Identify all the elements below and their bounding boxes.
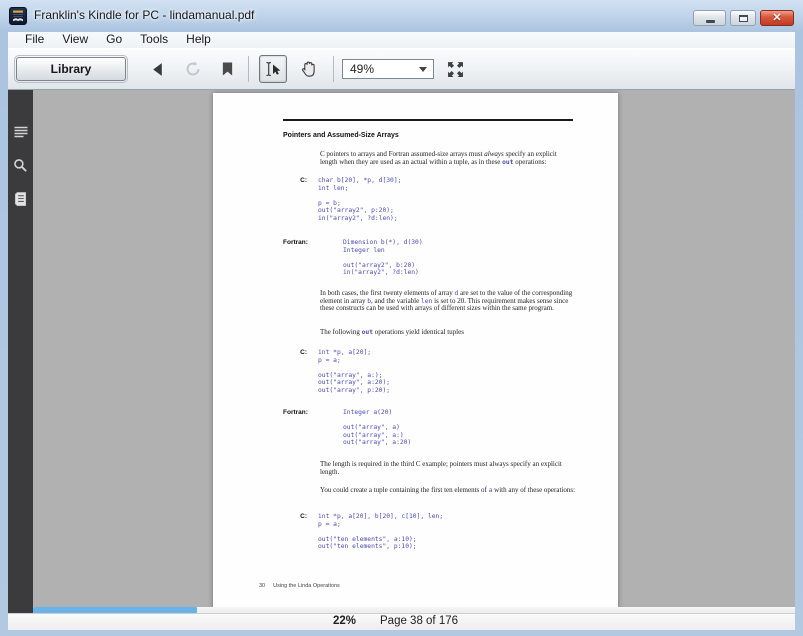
page-footer: 30 Using the Linda Operations (259, 583, 340, 589)
code-label: Fortran: (283, 239, 308, 246)
notes-button[interactable] (13, 191, 28, 212)
select-tool-button[interactable] (259, 55, 287, 83)
section-heading: Pointers and Assumed-Size Arrays (283, 132, 399, 139)
paragraph: The length is required in the third C ex… (320, 460, 562, 476)
chevron-down-icon (419, 67, 427, 72)
library-button[interactable]: Library (16, 57, 126, 81)
sync-button[interactable] (184, 60, 202, 78)
hand-icon (301, 61, 315, 77)
hand-tool-button[interactable] (299, 59, 319, 79)
search-button[interactable] (13, 158, 28, 178)
code-block-c: char b[20], *p, d[30]; int len; p = b; o… (318, 177, 402, 222)
toc-button[interactable] (13, 124, 29, 145)
close-icon: ✕ (772, 12, 782, 24)
titlebar[interactable]: Franklin's Kindle for PC - lindamanual.p… (0, 0, 803, 32)
header-rule (283, 119, 573, 121)
app-window: Franklin's Kindle for PC - lindamanual.p… (0, 0, 803, 636)
toc-list-icon (14, 126, 27, 138)
footer-chapter-title: Using the Linda Operations (273, 583, 340, 589)
minimize-button[interactable] (693, 10, 726, 26)
library-button-ring: Library (14, 55, 128, 83)
fit-screen-button[interactable] (447, 61, 464, 78)
close-button[interactable]: ✕ (760, 10, 794, 26)
menu-view[interactable]: View (53, 32, 97, 48)
search-icon (14, 159, 27, 172)
menu-go[interactable]: Go (97, 32, 131, 48)
code-block-c: int *p, a[20]; p = a; out("array", a:); … (318, 349, 391, 394)
client-area: File View Go Tools Help Library 49% Poin… (8, 32, 795, 630)
zoom-value: 49% (350, 62, 375, 76)
menu-bar: File View Go Tools Help (8, 32, 795, 48)
sidebar-rail (8, 90, 33, 613)
paragraph: C pointers to arrays and Fortran assumed… (320, 150, 557, 166)
window-controls: ✕ (689, 10, 794, 26)
zoom-dropdown[interactable]: 49% (342, 59, 434, 79)
paragraph: You could create a tuple containing the … (320, 486, 576, 494)
toolbar-separator (248, 56, 249, 82)
status-bar: 22% Page 38 of 176 (8, 613, 795, 630)
footer-page-number: 30 (259, 583, 266, 589)
main-area: Pointers and Assumed-Size Arrays C point… (8, 90, 795, 613)
bookmark-icon (222, 62, 233, 76)
expand-arrows-icon (448, 61, 463, 77)
kindle-app-icon (9, 7, 27, 25)
code-block-c: int *p, a[20], b[20], c[10], len; p = a;… (318, 513, 444, 550)
page-indicator: Page 38 of 176 (380, 615, 459, 627)
back-arrow-icon (153, 62, 162, 76)
toolbar-separator (333, 56, 334, 82)
document-area[interactable]: Pointers and Assumed-Size Arrays C point… (33, 90, 795, 613)
maximize-button[interactable] (730, 10, 756, 26)
menu-tools[interactable]: Tools (131, 32, 177, 48)
code-label: C: (300, 513, 307, 520)
bookmark-button[interactable] (221, 61, 234, 77)
code-label: C: (300, 177, 307, 184)
back-button[interactable] (150, 62, 165, 77)
reading-progress: 22% (333, 615, 357, 627)
code-block-fortran: Dimension b(*), d(30) Integer len out("a… (343, 239, 423, 276)
code-label: C: (300, 349, 307, 356)
pdf-page: Pointers and Assumed-Size Arrays C point… (213, 93, 618, 613)
toolbar: Library 49% (8, 48, 795, 90)
refresh-icon (186, 61, 200, 76)
minimize-icon (705, 20, 715, 23)
maximize-icon (739, 15, 748, 22)
window-title: Franklin's Kindle for PC - lindamanual.p… (34, 8, 255, 22)
code-block-fortran: Integer a(20) out("array", a) out("array… (343, 409, 412, 446)
menu-help[interactable]: Help (177, 32, 220, 48)
notes-page-icon (14, 192, 27, 206)
ibeam-cursor-icon (266, 61, 281, 77)
menu-file[interactable]: File (16, 32, 53, 48)
paragraph: The following out operations yield ident… (320, 328, 464, 336)
code-label: Fortran: (283, 409, 308, 416)
paragraph: In both cases, the first twenty elements… (320, 289, 573, 313)
